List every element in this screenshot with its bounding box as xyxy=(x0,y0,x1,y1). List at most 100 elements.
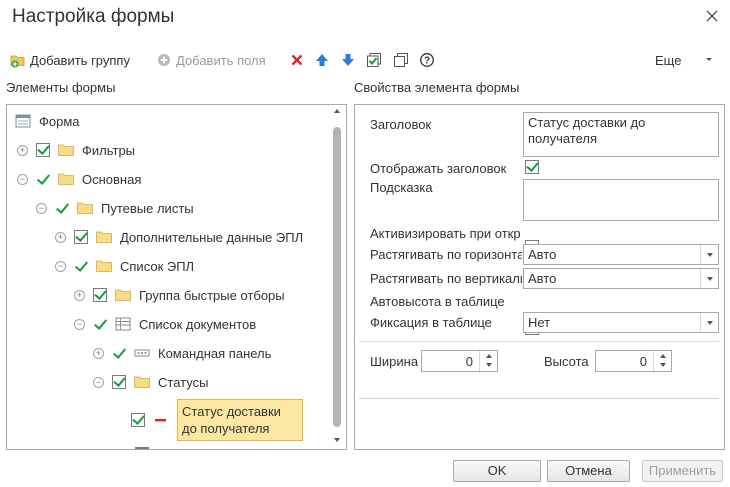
spinner-arrows-icon[interactable] xyxy=(479,351,497,371)
stretch-horizontal-select[interactable]: Авто xyxy=(523,244,719,265)
show-header-checkbox[interactable] xyxy=(525,160,539,174)
checkmark-icon[interactable] xyxy=(36,172,50,186)
table-icon xyxy=(115,317,131,331)
add-fields-button[interactable]: Добавить поля xyxy=(156,50,266,70)
command-panel-icon xyxy=(134,349,150,357)
height-spinner[interactable]: 0 xyxy=(595,350,672,372)
stretch-vertical-select[interactable]: Авто xyxy=(523,268,719,289)
activate-label: Активизировать при открытии xyxy=(370,226,520,241)
stretch-vertical-value: Авто xyxy=(528,271,557,286)
tree-row-statuses[interactable]: − Статусы xyxy=(93,371,208,393)
chevron-down-icon[interactable] xyxy=(700,245,718,264)
tree-row-main[interactable]: − Основная xyxy=(17,168,141,190)
apply-button[interactable]: Применить xyxy=(642,460,723,482)
collapse-minus-icon[interactable]: − xyxy=(36,202,47,214)
chevron-down-icon[interactable] xyxy=(700,313,718,332)
width-spinner[interactable]: 0 xyxy=(421,350,498,372)
tree-label: Статусы xyxy=(158,374,209,390)
autoheight-label: Автовысота в таблице xyxy=(370,294,505,309)
tree-label: Список документов xyxy=(139,316,257,332)
checkmark-icon[interactable] xyxy=(55,201,69,215)
tree-scroll-thumb[interactable] xyxy=(333,127,341,427)
svg-text:?: ? xyxy=(424,56,430,67)
width-value: 0 xyxy=(465,354,473,369)
tree-row-form[interactable]: Форма xyxy=(15,110,80,132)
element-properties-title: Свойства элемента формы xyxy=(354,80,520,95)
tooltip-label: Подсказка xyxy=(370,180,433,195)
help-icon[interactable]: ? xyxy=(419,52,435,68)
stretch-vertical-label: Растягивать по вертикали xyxy=(370,271,522,286)
cancel-button[interactable]: Отмена xyxy=(547,460,630,482)
scroll-up-icon[interactable] xyxy=(332,107,342,115)
more-menu-button[interactable]: Еще xyxy=(655,50,681,70)
uncheck-all-icon[interactable] xyxy=(393,52,409,68)
partial-next-row xyxy=(135,447,149,449)
tree-row-waybills[interactable]: − Путевые листы xyxy=(36,197,194,219)
add-group-label: Добавить группу xyxy=(30,52,130,68)
folder-icon xyxy=(58,144,74,156)
add-group-button[interactable]: Добавить группу xyxy=(10,50,130,70)
tree-label: Группа быстрые отборы xyxy=(139,287,285,303)
tree-label: Фильтры xyxy=(82,142,136,158)
tree-label: Командная панель xyxy=(158,345,272,361)
expand-plus-icon[interactable]: + xyxy=(17,144,28,156)
separator xyxy=(359,398,719,399)
collapse-minus-icon[interactable]: − xyxy=(93,376,104,388)
collapse-minus-icon[interactable]: − xyxy=(74,318,85,330)
spinner-arrows-icon[interactable] xyxy=(653,351,671,371)
tree-label: Форма xyxy=(39,113,80,129)
collapse-minus-icon[interactable]: − xyxy=(55,260,66,272)
window-title: Настройка формы xyxy=(12,6,175,27)
fixation-label: Фиксация в таблице xyxy=(370,315,492,330)
tooltip-field[interactable] xyxy=(523,179,719,221)
tree-row-delivery-status[interactable]: Статус доставки до получателя xyxy=(131,398,303,442)
collapse-minus-icon[interactable]: − xyxy=(17,173,28,185)
more-dropdown-icon[interactable] xyxy=(704,55,714,63)
scroll-down-icon[interactable] xyxy=(332,436,342,444)
header-field[interactable]: Статус доставки до получателя xyxy=(523,112,719,157)
properties-panel: Заголовок Статус доставки до получателя … xyxy=(354,104,725,450)
tree-row-epl-list[interactable]: − Список ЭПЛ xyxy=(55,255,194,277)
tree-label: Список ЭПЛ xyxy=(120,258,195,274)
tree-row-documents-list[interactable]: − Список документов xyxy=(74,313,256,335)
ok-button[interactable]: OK xyxy=(453,460,541,482)
check-all-icon[interactable] xyxy=(366,52,382,68)
folder-icon xyxy=(115,289,131,301)
checkmark-icon[interactable] xyxy=(74,259,88,273)
tree-row-additional-data[interactable]: + Дополнительные данные ЭПЛ xyxy=(55,226,303,248)
more-label: Еще xyxy=(655,52,682,68)
chevron-down-icon[interactable] xyxy=(700,269,718,288)
checkbox-checked-icon[interactable] xyxy=(112,375,126,389)
checkbox-checked-icon[interactable] xyxy=(131,413,145,427)
folder-icon xyxy=(58,173,74,185)
move-up-icon[interactable] xyxy=(314,52,330,68)
checkbox-checked-icon[interactable] xyxy=(36,143,50,157)
folder-icon xyxy=(96,260,112,272)
stretch-horizontal-value: Авто xyxy=(528,247,557,262)
tree-label: Дополнительные данные ЭПЛ xyxy=(120,229,304,245)
checkmark-icon[interactable] xyxy=(112,346,126,360)
add-group-icon xyxy=(10,55,25,68)
checkmark-icon[interactable] xyxy=(93,317,107,331)
stretch-horizontal-label: Растягивать по горизонтали xyxy=(370,247,522,262)
move-down-icon[interactable] xyxy=(340,52,356,68)
expand-plus-icon[interactable]: + xyxy=(55,231,66,243)
field-icon xyxy=(155,419,166,422)
folder-icon xyxy=(96,231,112,243)
close-icon[interactable] xyxy=(704,8,720,24)
tree-row-quick-filters[interactable]: + Группа быстрые отборы xyxy=(74,284,285,306)
folder-icon xyxy=(77,202,93,214)
checkbox-checked-icon[interactable] xyxy=(93,288,107,302)
expand-plus-icon[interactable]: + xyxy=(93,347,104,359)
header-label: Заголовок xyxy=(370,117,432,132)
delete-icon[interactable] xyxy=(289,52,305,68)
form-elements-tree[interactable]: Форма + Фильтры − Основная − Путевые лис… xyxy=(6,104,347,450)
tree-row-filters[interactable]: + Фильтры xyxy=(17,139,135,161)
form-icon xyxy=(15,114,31,128)
fixation-select[interactable]: Нет xyxy=(523,312,719,333)
height-label: Высота xyxy=(544,354,589,369)
tree-row-command-panel[interactable]: + Командная панель xyxy=(93,342,271,364)
separator xyxy=(359,341,719,342)
checkbox-checked-icon[interactable] xyxy=(74,230,88,244)
expand-plus-icon[interactable]: + xyxy=(74,289,85,301)
